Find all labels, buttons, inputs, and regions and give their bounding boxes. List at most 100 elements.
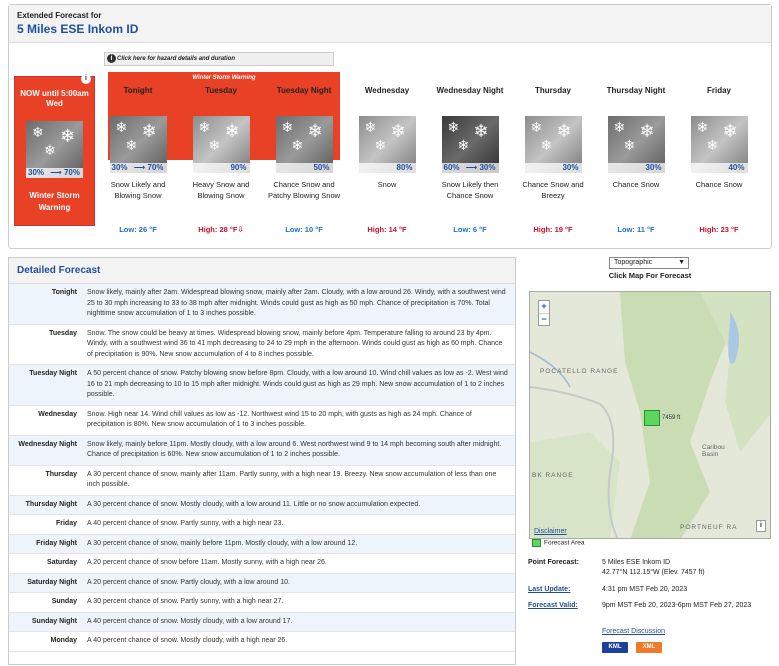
forecast-period[interactable]: Wednesday ❄ ❄ ❄ 80% Snow High: 14 °F bbox=[347, 72, 427, 234]
row-label: Thursday bbox=[45, 470, 77, 478]
zoom-in-button[interactable]: + bbox=[539, 301, 549, 313]
hazard-details-button[interactable]: i Click here for hazard details and dura… bbox=[104, 52, 334, 66]
period-temperature: Low: 26 °F bbox=[119, 225, 157, 234]
page: Extended Forecast for 5 Miles ESE Inkom … bbox=[0, 0, 779, 666]
precip-chance: 30% bbox=[607, 163, 665, 173]
map-layer-select[interactable]: Topographic ▼ bbox=[609, 257, 689, 269]
now-period[interactable]: i NOW until 5:00am Wed ❄ ❄ ❄ 30% ⟶ 70% Wi… bbox=[14, 74, 95, 226]
row-text: A 20 percent chance of snow. Partly clou… bbox=[87, 578, 290, 586]
now-info-icon[interactable]: i bbox=[81, 74, 91, 84]
detailed-forecast-row: Wednesday Night Snow likely, mainly befor… bbox=[9, 435, 515, 466]
detailed-forecast-row: Tonight Snow likely, mainly after 2am. Wi… bbox=[9, 284, 515, 325]
map-layer-value: Topographic bbox=[614, 259, 653, 266]
row-label: Sunday Night bbox=[31, 617, 77, 625]
forecast-period[interactable]: Tuesday Night ❄ ❄ ❄ 50% Chance Snow and Patch… bbox=[264, 72, 344, 234]
map-legend: Forecast Area bbox=[532, 539, 584, 547]
snow-icon: ❄ ❄ ❄ 50% bbox=[275, 116, 333, 173]
row-label: Friday bbox=[55, 520, 77, 527]
forecast-period[interactable]: Friday ❄ ❄ ❄ 40% Chance Snow High: 23 °F bbox=[679, 72, 759, 234]
detailed-forecast-row: Wednesday Snow. High near 14. Wind chill … bbox=[9, 406, 515, 436]
snow-icon: ❄ ❄ ❄ 30% ⟶ 70% bbox=[26, 121, 83, 178]
row-label: Thursday Night bbox=[25, 500, 77, 508]
row-text: A 30 percent chance of snow. Partly sunn… bbox=[87, 598, 284, 605]
detailed-forecast-panel: Detailed Forecast Tonight Snow likely, ma… bbox=[8, 257, 516, 665]
precip-chance: 80% bbox=[358, 163, 416, 173]
period-description: Heavy Snow and Blowing Snow bbox=[192, 180, 250, 200]
row-label: Sunday bbox=[51, 598, 77, 605]
period-temperature: High: 28 °F⇩ bbox=[198, 225, 244, 234]
snow-icon: ❄ ❄ ❄ 40% bbox=[690, 116, 748, 173]
row-text: A 30 percent chance of snow. Mostly clou… bbox=[87, 500, 421, 508]
period-temperature: High: 19 °F bbox=[533, 225, 573, 234]
row-label: Tonight bbox=[51, 289, 77, 296]
forecast-period[interactable]: Tonight ❄ ❄ ❄ 30% ⟶ 70% Snow Likely and Blowin… bbox=[98, 72, 178, 234]
snow-icon: ❄ ❄ ❄ 80% bbox=[358, 116, 416, 173]
map-label-range: BK RANGE bbox=[532, 472, 574, 479]
map-label-caribou: Caribou Basin bbox=[702, 444, 725, 458]
precip-chance: 90% bbox=[192, 163, 250, 173]
period-name: Wednesday Night bbox=[436, 86, 504, 95]
period-description: Snow Likely then Chance Snow bbox=[441, 180, 499, 200]
row-label: Tuesday Night bbox=[29, 370, 77, 377]
row-text: A 30 percent chance of snow, mainly befo… bbox=[87, 539, 358, 547]
row-text: Snow likely, mainly before 11pm. Mostly … bbox=[87, 440, 502, 459]
period-name: Thursday Night bbox=[606, 86, 666, 95]
row-text: A 50 percent chance of snow. Patchy blow… bbox=[87, 370, 508, 398]
forecast-period[interactable]: Thursday Night ❄ ❄ ❄ 30% Chance Snow Low: 11 °… bbox=[596, 72, 676, 234]
forecast-period[interactable]: Tuesday ❄ ❄ ❄ 90% Heavy Snow and Blowing Snow… bbox=[181, 72, 261, 234]
period-temperature: Low: 11 °F bbox=[617, 225, 655, 234]
period-name: Tuesday Night bbox=[276, 86, 332, 95]
row-label: Monday bbox=[50, 637, 77, 644]
forecast-discussion-link[interactable]: Forecast Discussion bbox=[602, 628, 665, 635]
detailed-forecast-row: Tuesday Snow. The snow could be heavy at … bbox=[9, 325, 515, 365]
period-description: Snow bbox=[377, 180, 397, 189]
row-text: A 30 percent chance of snow, mainly afte… bbox=[87, 470, 497, 489]
location-title: 5 Miles ESE Inkom ID bbox=[17, 22, 139, 36]
detailed-forecast-row: Saturday A 20 percent chance of snow befo… bbox=[9, 554, 515, 574]
row-label: Saturday Night bbox=[27, 578, 77, 586]
detailed-forecast-rows: Tonight Snow likely, mainly after 2am. Wi… bbox=[9, 284, 515, 652]
point-forecast-name: 5 Miles ESE Inkom ID bbox=[602, 559, 671, 566]
precip-chance: 40% bbox=[690, 163, 748, 173]
forecast-area-swatch bbox=[532, 539, 541, 547]
chevron-down-icon: ▼ bbox=[678, 259, 685, 266]
extended-forecast-subtitle: Extended Forecast for bbox=[17, 11, 102, 20]
period-name: Tuesday bbox=[205, 86, 237, 95]
detailed-forecast-row: Thursday Night A 30 percent chance of sno… bbox=[9, 495, 515, 515]
detailed-forecast-row: Tuesday Night A 50 percent chance of snow… bbox=[9, 365, 515, 406]
row-text: Snow. High near 14. Wind chill values as… bbox=[87, 410, 472, 429]
snow-icon: ❄ ❄ ❄ 90% bbox=[192, 116, 250, 173]
legend-label: Forecast Area bbox=[544, 539, 585, 547]
detailed-forecast-row: Thursday A 30 percent chance of snow, mai… bbox=[9, 466, 515, 496]
info-icon: i bbox=[107, 54, 116, 63]
snow-icon: ❄ ❄ ❄ 30% ⟶ 70% bbox=[109, 116, 167, 173]
period-name: Friday bbox=[706, 86, 731, 95]
xml-button[interactable]: XML bbox=[636, 642, 662, 653]
disclaimer-link[interactable]: Disclaimer bbox=[534, 528, 567, 535]
precip-chance: 30% ⟶ 70% bbox=[26, 168, 83, 178]
zoom-out-button[interactable]: − bbox=[539, 313, 549, 325]
kml-button[interactable]: KML bbox=[602, 642, 628, 653]
row-text: Snow. The snow could be heavy at times. … bbox=[87, 329, 503, 358]
period-name: Tonight bbox=[123, 86, 153, 95]
forecast-period[interactable]: Wednesday Night ❄ ❄ ❄ 60% ⟶ 30% Snow Likely th… bbox=[430, 72, 510, 234]
row-label: Tuesday bbox=[49, 329, 77, 337]
period-temperature: High: 23 °F bbox=[699, 225, 739, 234]
forecast-period[interactable]: Thursday ❄ ❄ ❄ 30% Chance Snow and Breezy High… bbox=[513, 72, 593, 234]
snow-icon: ❄ ❄ ❄ 30% bbox=[607, 116, 665, 173]
point-forecast-label: Point Forecast: bbox=[528, 559, 579, 566]
forecast-valid-link[interactable]: Forecast Valid: bbox=[528, 601, 598, 611]
row-text: A 40 percent chance of snow. Mostly clou… bbox=[87, 617, 293, 625]
period-name: Thursday bbox=[534, 86, 571, 95]
map-zoom-controls: + − bbox=[538, 300, 550, 326]
period-description: Chance Snow bbox=[612, 180, 660, 189]
map-hint: Click Map For Forecast bbox=[608, 271, 692, 280]
detailed-forecast-row: Friday A 40 percent chance of snow. Partl… bbox=[9, 515, 515, 535]
forecast-map[interactable]: + − POCATELLO RANGE Caribou Basin PORTNE… bbox=[529, 291, 771, 539]
last-update-link[interactable]: Last Update: bbox=[528, 585, 598, 595]
row-text: A 40 percent chance of snow. Mostly clou… bbox=[87, 637, 288, 644]
map-label-pocatello: POCATELLO RANGE bbox=[540, 368, 619, 375]
map-info-icon[interactable]: i bbox=[756, 520, 766, 532]
row-label: Wednesday bbox=[38, 410, 77, 418]
forecast-area-marker[interactable] bbox=[644, 410, 660, 426]
